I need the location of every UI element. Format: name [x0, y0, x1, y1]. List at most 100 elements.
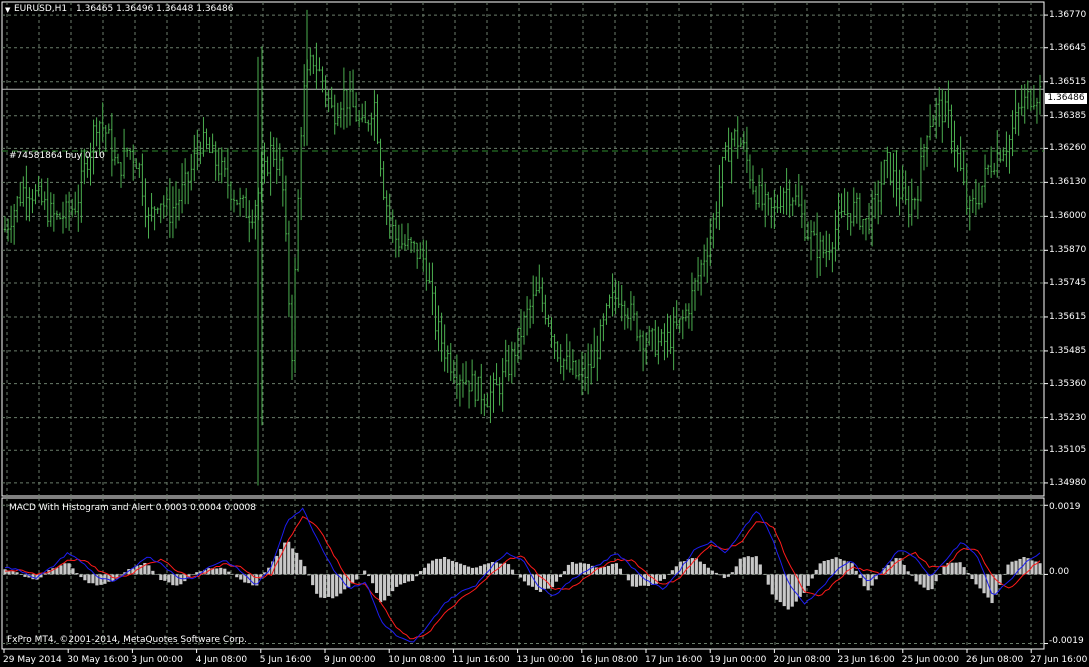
macd-histogram-bar: [407, 574, 411, 582]
macd-histogram-bar: [399, 574, 403, 585]
price-bar: [928, 104, 932, 141]
macd-histogram-bar: [323, 574, 327, 599]
macd-histogram-bar: [383, 574, 387, 601]
price-bar: [125, 147, 129, 158]
price-axis-label: 1.36645: [1049, 42, 1087, 53]
macd-histogram-bar: [331, 574, 335, 599]
price-bar: [873, 181, 877, 219]
price-bar: [422, 239, 425, 272]
price-bar: [489, 375, 492, 424]
macd-histogram-bar: [754, 556, 758, 575]
price-bar: [254, 199, 257, 240]
time-axis-label: 27 Jun 16:00: [1030, 655, 1088, 665]
price-bar: [889, 151, 892, 186]
price-axis-label: 1.36260: [1049, 143, 1087, 154]
macd-histogram-bar: [778, 574, 782, 603]
time-axis-label: 16 Jun 08:00: [580, 655, 638, 665]
macd-histogram-bar: [514, 574, 519, 575]
macd-histogram-bar: [119, 574, 123, 576]
price-bar: [968, 195, 971, 231]
price-bar: [193, 134, 196, 182]
price-bar: [504, 339, 507, 378]
macd-histogram-bar: [734, 566, 738, 575]
price-bar: [629, 291, 633, 331]
macd-histogram-bar: [75, 573, 79, 575]
price-bar: [12, 204, 16, 245]
price-bar: [953, 120, 956, 168]
macd-histogram-bar: [994, 574, 998, 595]
macd-histogram-bar: [566, 564, 571, 575]
price-bar: [241, 194, 245, 209]
price-bar: [470, 359, 474, 392]
price-bar: [1017, 102, 1020, 136]
price-bar: [767, 191, 770, 216]
macd-histogram-bar: [670, 570, 674, 575]
price-bar: [403, 234, 407, 251]
price-bar: [583, 352, 587, 391]
macd-histogram-bar: [858, 574, 862, 579]
price-bar: [831, 241, 834, 273]
macd-histogram-bar: [303, 566, 307, 575]
macd-histogram-bar: [11, 571, 15, 575]
price-bar: [535, 276, 538, 297]
price-bar: [419, 242, 422, 259]
macd-histogram-bar: [147, 565, 151, 575]
price-bar: [721, 156, 724, 207]
macd-histogram-bar: [287, 541, 291, 575]
macd-histogram-bar: [914, 574, 918, 582]
macd-histogram-bar: [422, 567, 427, 575]
price-bar: [223, 157, 227, 178]
price-bar: [562, 358, 565, 381]
price-bar: [385, 190, 388, 226]
price-bar: [101, 102, 104, 142]
macd-axis-label: 0.00: [1049, 567, 1070, 577]
price-bar: [275, 137, 278, 184]
price-bar: [522, 311, 526, 345]
time-axis-label: 13 Jun 00:00: [516, 655, 574, 665]
macd-histogram-bar: [430, 560, 435, 575]
macd-histogram-bar: [554, 574, 559, 582]
chart-canvas[interactable]: [0, 0, 1089, 667]
price-bar: [19, 181, 22, 207]
price-bar: [760, 168, 764, 211]
macd-histogram-bar: [702, 563, 706, 575]
price-bar: [800, 185, 804, 229]
price-bar: [244, 188, 248, 219]
price-bar: [950, 104, 953, 154]
macd-histogram-bar: [19, 574, 23, 575]
macd-histogram-bar: [1010, 561, 1014, 575]
macd-histogram-bar: [299, 559, 303, 575]
chart-window[interactable]: ▼ EURUSD,H1 1.36465 1.36496 1.36448 1.36…: [0, 0, 1089, 667]
macd-histogram-bar: [43, 573, 47, 575]
price-bar: [95, 117, 98, 147]
price-bar: [110, 113, 114, 177]
macd-histogram-bar: [770, 574, 774, 595]
macd-histogram-bar: [379, 574, 383, 603]
price-bar: [544, 294, 547, 325]
price-bar: [364, 100, 367, 124]
price-bar: [822, 235, 825, 259]
price-bar: [913, 197, 917, 210]
price-bar: [864, 218, 868, 241]
macd-histogram-bar: [938, 574, 942, 575]
chart-menu-arrow-icon[interactable]: ▼: [5, 6, 10, 14]
order-label[interactable]: #74581864 buy 0.10: [9, 151, 105, 162]
current-price-label: 1.36486: [1045, 93, 1087, 104]
price-bar: [690, 272, 694, 331]
price-bar: [217, 147, 220, 182]
price-bar: [782, 187, 785, 215]
macd-histogram-bar: [63, 563, 67, 575]
macd-histogram-bar: [387, 574, 391, 596]
macd-histogram-bar: [630, 574, 634, 587]
macd-histogram-bar: [403, 574, 407, 584]
price-bar: [138, 162, 141, 178]
price-bar: [513, 342, 517, 378]
price-bar: [611, 273, 614, 317]
macd-histogram-bar: [550, 574, 555, 588]
price-bar: [77, 184, 80, 232]
price-bar: [467, 380, 471, 409]
price-bar: [989, 146, 993, 178]
price-bar: [211, 133, 214, 154]
price-bar: [400, 223, 404, 250]
price-bar: [64, 194, 68, 229]
